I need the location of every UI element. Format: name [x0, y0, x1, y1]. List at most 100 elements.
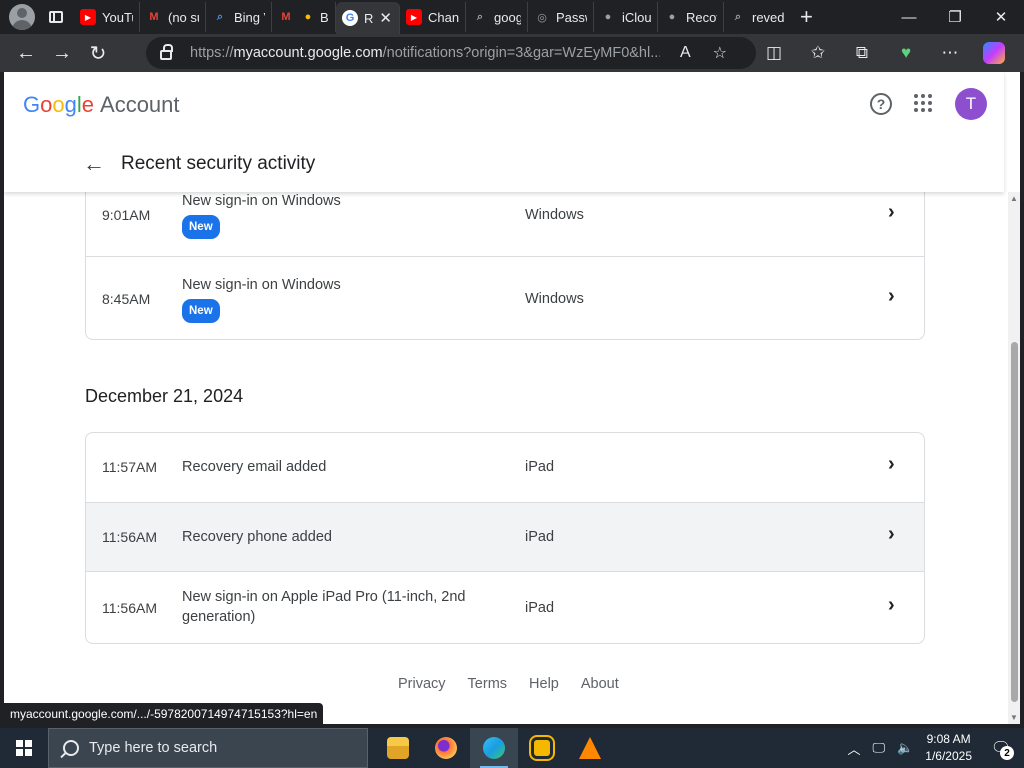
- tab-icloud[interactable]: ● iCloud: [594, 2, 658, 32]
- footer-links: Privacy Terms Help About: [398, 676, 641, 692]
- start-button[interactable]: [0, 728, 48, 768]
- lock-icon[interactable]: [160, 44, 173, 60]
- activity-time: 9:01AM: [102, 207, 151, 223]
- activity-row[interactable]: 11:56AM Recovery phone added iPad ›: [86, 502, 924, 571]
- scroll-up-icon[interactable]: ▲: [1010, 194, 1018, 203]
- activity-device: iPad: [525, 529, 555, 545]
- new-tab-icon[interactable]: +: [800, 6, 813, 28]
- file-explorer-app[interactable]: [374, 728, 422, 768]
- split-screen-icon[interactable]: ◫: [752, 34, 796, 72]
- about-link[interactable]: About: [581, 676, 619, 692]
- profile-icon[interactable]: [9, 4, 35, 30]
- address-bar[interactable]: https://myaccount.google.com/notificatio…: [146, 37, 756, 69]
- restore-icon[interactable]: ❐: [932, 0, 978, 34]
- browser-essentials-icon[interactable]: ♥: [884, 34, 928, 72]
- vlc-app[interactable]: [566, 728, 614, 768]
- collections-icon[interactable]: ⧉: [840, 34, 884, 72]
- apple-icon: ●: [604, 11, 612, 23]
- favorites-icon[interactable]: ✩: [796, 34, 840, 72]
- activity-device: Windows: [525, 291, 584, 307]
- forward-icon[interactable]: →: [44, 35, 80, 71]
- window-controls: — ❐ ✕: [886, 0, 1024, 34]
- page-scrollbar[interactable]: ▲ ▼: [1008, 192, 1020, 724]
- scroll-down-icon[interactable]: ▼: [1010, 713, 1018, 722]
- activity-device: iPad: [525, 600, 555, 616]
- help-icon[interactable]: ?: [870, 93, 892, 115]
- back-icon[interactable]: ←: [8, 35, 44, 71]
- search-icon: [63, 740, 79, 756]
- refresh-icon[interactable]: ↻: [80, 35, 116, 71]
- tab-actions-icon[interactable]: [44, 5, 68, 29]
- activity-card-dec21: 11:57AM Recovery email added iPad › 11:5…: [85, 432, 925, 644]
- google-apps-icon[interactable]: [914, 94, 932, 112]
- activity-time: 11:56AM: [102, 600, 157, 616]
- chevron-right-icon: ›: [888, 201, 895, 223]
- taskbar-search[interactable]: Type here to search: [48, 728, 368, 768]
- page-viewport: Google Account ? T ← Recent security act…: [4, 72, 1020, 724]
- system-tray: ︿ 🖵 🔈 9:08 AM 1/6/2025 🗨2: [848, 728, 1024, 768]
- new-badge: New: [182, 215, 220, 239]
- tab-strip: ▶ YouTu M (no su ⌕ Bing V M ● Bu G R ✕ ▶…: [0, 0, 1024, 34]
- help-link[interactable]: Help: [529, 676, 559, 692]
- close-tab-icon[interactable]: ✕: [379, 9, 392, 27]
- back-arrow-icon[interactable]: ←: [82, 151, 106, 176]
- chevron-right-icon: ›: [888, 453, 895, 475]
- gmail-icon: M: [281, 11, 291, 23]
- lightbulb-icon: ●: [304, 11, 312, 23]
- account-avatar[interactable]: T: [955, 88, 987, 120]
- activity-event: New sign-in on Apple iPad Pro (11-inch, …: [182, 589, 466, 625]
- activity-time: 11:56AM: [102, 529, 157, 545]
- privacy-link[interactable]: Privacy: [398, 676, 446, 692]
- network-icon[interactable]: 🖵: [873, 740, 886, 756]
- read-aloud-icon[interactable]: A: [680, 44, 691, 62]
- folder-icon: [387, 737, 409, 759]
- tab-google-account[interactable]: G R ✕: [336, 2, 400, 34]
- plex-icon: [531, 737, 553, 759]
- scroll-thumb[interactable]: [1011, 342, 1018, 702]
- browser-toolbar: ← → ↻ https://myaccount.google.com/notif…: [0, 34, 1024, 72]
- page-title: Recent security activity: [121, 153, 316, 174]
- date-heading: December 21, 2024: [85, 386, 244, 406]
- app-header: Google Account ? T ← Recent security act…: [4, 72, 1004, 192]
- copilot-icon[interactable]: [972, 34, 1016, 72]
- chevron-right-icon: ›: [888, 285, 895, 307]
- notification-center-icon[interactable]: 🗨2: [986, 736, 1016, 760]
- search-icon: ⌕: [476, 10, 484, 23]
- edge-app[interactable]: [470, 728, 518, 768]
- activity-row[interactable]: 11:57AM Recovery email added iPad ›: [86, 433, 924, 502]
- tab-passwords[interactable]: ◎ Passw: [528, 2, 594, 32]
- google-account-logo[interactable]: Google Account: [23, 92, 180, 118]
- tab-youtube[interactable]: ▶ YouTu: [74, 2, 140, 32]
- minimize-icon[interactable]: —: [886, 0, 932, 34]
- windows-taskbar: Type here to search ︿ 🖵 🔈 9:08 AM 1/6/20…: [0, 728, 1024, 768]
- activity-event: Recovery phone added: [182, 529, 332, 545]
- link-status-bar: myaccount.google.com/.../-59782007149747…: [4, 703, 324, 724]
- volume-muted-icon[interactable]: 🔈: [897, 740, 913, 756]
- tab-gmail[interactable]: M (no su: [140, 2, 206, 32]
- chevron-right-icon: ›: [888, 594, 895, 616]
- gmail-icon: M: [149, 11, 159, 23]
- more-menu-icon[interactable]: ⋯: [928, 34, 972, 72]
- firefox-app[interactable]: [422, 728, 470, 768]
- activity-row[interactable]: 11:56AM New sign-in on Apple iPad Pro (1…: [86, 571, 924, 643]
- tab-gmail-2[interactable]: M ● Bu: [272, 2, 336, 32]
- tab-recovery[interactable]: ● Recov: [658, 2, 724, 32]
- youtube-icon: ▶: [406, 9, 422, 25]
- notification-count: 2: [1000, 746, 1014, 760]
- search-icon: ⌕: [734, 10, 742, 23]
- tab-youtube-channel[interactable]: ▶ Chann: [400, 2, 466, 32]
- activity-time: 8:45AM: [102, 291, 151, 307]
- activity-event: New sign-in on Windows New: [182, 191, 482, 239]
- terms-link[interactable]: Terms: [468, 676, 507, 692]
- tab-reved[interactable]: ⌕ reved: [724, 2, 790, 32]
- tab-bing[interactable]: ⌕ Bing V: [206, 2, 272, 32]
- activity-row[interactable]: 8:45AM New sign-in on Windows New Window…: [86, 256, 924, 339]
- close-window-icon[interactable]: ✕: [978, 0, 1024, 34]
- show-hidden-icons-icon[interactable]: ︿: [848, 739, 861, 758]
- tab-google-search[interactable]: ⌕ googl: [466, 2, 528, 32]
- favorite-star-icon[interactable]: ☆: [713, 43, 727, 63]
- taskbar-clock[interactable]: 9:08 AM 1/6/2025: [925, 731, 972, 765]
- activity-time: 11:57AM: [102, 459, 157, 475]
- activity-device: iPad: [525, 459, 555, 475]
- plex-app[interactable]: [518, 728, 566, 768]
